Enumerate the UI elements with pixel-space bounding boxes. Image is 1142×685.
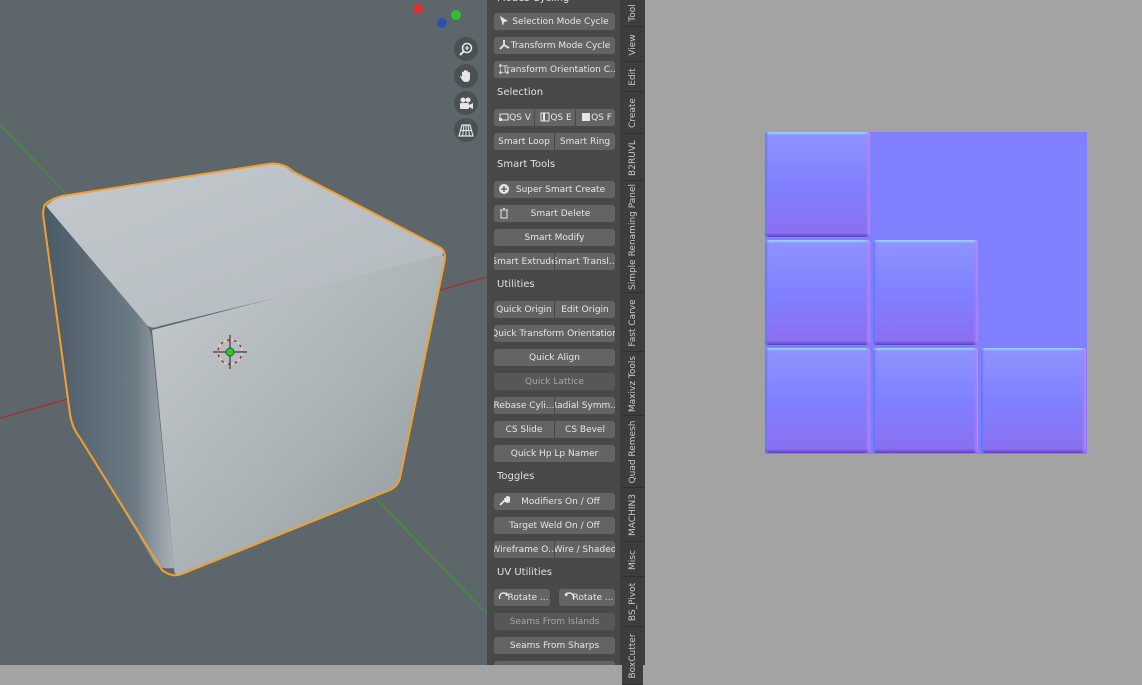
wrench-icon [499,496,510,506]
uv-editor-area[interactable] [645,0,1142,665]
quick-transform-orientation-button[interactable]: Quick Transform Orientation [494,325,615,342]
rotate-cw-icon [498,592,509,600]
radial-symmetry-button[interactable]: Radial Symm... [555,397,615,414]
trash-icon [500,208,508,219]
selection-mode-cycle-button[interactable]: Selection Mode Cycle [494,13,615,30]
tab-b2ruvl[interactable]: B2RUVL [622,135,643,181]
hand-pan-icon[interactable] [454,64,478,88]
transform-icon [499,40,510,50]
section-title-smart-tools: Smart Tools [497,159,556,170]
smart-delete-button[interactable]: Smart Delete [494,205,615,222]
tab-quad-remesh[interactable]: Quad Remesh [622,417,643,488]
orientation-icon [499,64,509,74]
object-origin-dot [225,347,235,357]
sidebar-panel[interactable]: Modes Cycling Selection Mode Cycle Trans… [487,0,620,665]
camera-icon[interactable] [454,91,478,115]
transform-mode-cycle-button[interactable]: Transform Mode Cycle [494,37,615,54]
x-axis-line-right [439,276,487,291]
tab-bs-pivot[interactable]: BS_Pivot [622,578,643,627]
rebase-cylinder-button[interactable]: Rebase Cyli... [494,397,554,414]
3d-viewport[interactable] [0,0,487,665]
tab-fast-carve[interactable]: Fast Carve [622,294,643,352]
rotate-ccw-icon [564,592,575,600]
plus-circle-icon [499,184,509,194]
sidebar-tabs: Tool View Edit Create B2RUVL Simple Rena… [620,0,645,685]
tab-create[interactable]: Create [622,93,643,134]
tab-machin3[interactable]: MACHIN3 [622,489,643,542]
gizmo-y-ball [451,10,461,20]
edit-origin-button[interactable]: Edit Origin [555,301,615,318]
section-title-uv-utilities: UV Utilities [497,567,552,578]
tab-misc[interactable]: Misc [622,543,643,577]
smart-modify-button[interactable]: Smart Modify [494,229,615,246]
target-weld-toggle-button[interactable]: Target Weld On / Off [494,517,615,534]
tab-tool[interactable]: Tool [622,0,643,27]
quick-origin-button[interactable]: Quick Origin [494,301,554,318]
normal-map-texture [765,132,1087,454]
rotate-cw-button[interactable]: Rotate ... [494,589,550,606]
face-select-icon [582,113,590,121]
grid-perspective-icon[interactable] [454,118,478,142]
tab-simple-renaming-panel[interactable]: Simple Renaming Panel [622,182,643,293]
gizmo-x-ball [413,4,423,14]
tab-boxcutter[interactable]: BoxCutter [622,628,643,685]
transform-orientation-cycle-button[interactable]: Transform Orientation C... [494,61,615,78]
rotate-ccw-button[interactable]: Rotate ... [559,589,615,606]
gizmo-z-ball [437,18,447,28]
vertex-select-icon [499,113,509,121]
tab-view[interactable]: View [622,28,643,62]
section-title-utilities: Utilities [497,279,535,290]
qs-face-button[interactable]: QS F [576,109,615,126]
smart-translate-button[interactable]: Smart Transl... [555,253,615,270]
qs-edge-button[interactable]: QS E [535,109,575,126]
cs-bevel-button[interactable]: CS Bevel [555,421,615,438]
section-title-toggles: Toggles [497,471,535,482]
wire-shaded-button[interactable]: Wire / Shaded [555,541,615,558]
quick-lattice-button[interactable]: Quick Lattice [494,373,615,390]
zoom-icon[interactable] [454,37,478,61]
next-button-partial[interactable] [494,661,615,665]
seams-from-sharps-button[interactable]: Seams From Sharps [494,637,615,654]
tab-maxivz-tools[interactable]: Maxivz Tools [622,353,643,416]
smart-loop-button[interactable]: Smart Loop [494,133,554,150]
super-smart-create-button[interactable]: Super Smart Create [494,181,615,198]
section-title-selection: Selection [497,87,544,98]
quick-align-button[interactable]: Quick Align [494,349,615,366]
section-title-mode-cycling: Modes Cycling [497,0,569,8]
wireframe-overlay-button[interactable]: Wireframe O... [494,541,554,558]
smart-extrude-button[interactable]: Smart Extrude [494,253,554,270]
modifiers-toggle-button[interactable]: Modifiers On / Off [494,493,615,510]
viewport-scene [0,4,487,615]
edge-select-icon [540,112,550,122]
cs-slide-button[interactable]: CS Slide [494,421,554,438]
qs-vertex-button[interactable]: QS V [494,109,534,126]
cursor-arrow-icon [500,16,508,26]
tab-edit[interactable]: Edit [622,63,643,92]
quick-hp-lp-namer-button[interactable]: Quick Hp Lp Namer [494,445,615,462]
smart-ring-button[interactable]: Smart Ring [555,133,615,150]
seams-from-islands-button[interactable]: Seams From Islands [494,613,615,630]
